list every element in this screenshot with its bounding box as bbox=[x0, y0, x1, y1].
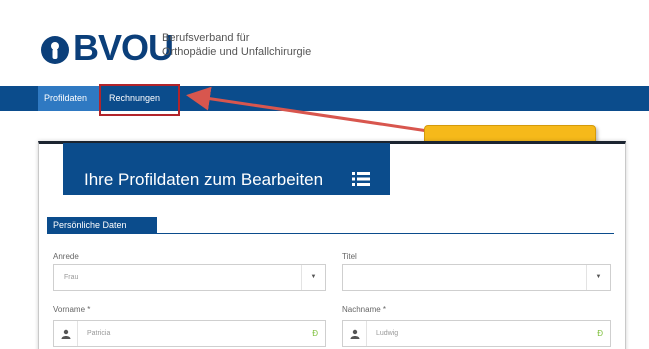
anrede-label: Anrede bbox=[53, 252, 79, 261]
nachname-field[interactable]: Ludwig Ð bbox=[342, 320, 611, 347]
titel-label: Titel bbox=[342, 252, 357, 261]
user-icon bbox=[343, 321, 367, 346]
logo-wordmark: BVOU bbox=[73, 27, 174, 68]
edit-indicator-icon: Ð bbox=[312, 329, 318, 338]
logo-subtitle-line2: Orthopädie und Unfallchirurgie bbox=[162, 46, 312, 58]
edit-indicator-icon: Ð bbox=[597, 329, 603, 338]
chevron-down-icon: ▼ bbox=[586, 265, 610, 290]
logo-subtitle: Berufsverband für Orthopädie und Unfallc… bbox=[162, 31, 311, 59]
tab-profildaten[interactable]: Profildaten bbox=[38, 86, 100, 111]
nachname-value: Ludwig bbox=[376, 330, 399, 337]
section-persoenliche-daten: Persönliche Daten bbox=[47, 217, 157, 234]
vorname-label: Vorname * bbox=[53, 305, 91, 314]
highlight-rechnungen-box bbox=[99, 84, 180, 116]
vorname-field[interactable]: Patricia Ð bbox=[53, 320, 326, 347]
logo-mark-icon bbox=[41, 36, 69, 64]
section-divider bbox=[47, 233, 614, 234]
vorname-value: Patricia bbox=[87, 330, 111, 337]
logo-subtitle-line1: Berufsverband für bbox=[162, 32, 250, 44]
form-title: Ihre Profildaten zum Bearbeiten bbox=[84, 170, 324, 189]
anrede-select[interactable]: Frau ▼ bbox=[53, 264, 326, 291]
main-nav: Profildaten Rechnungen bbox=[0, 86, 649, 111]
site-header: BVOU Berufsverband für Orthopädie und Un… bbox=[0, 0, 649, 85]
nachname-label: Nachname * bbox=[342, 305, 387, 314]
chevron-down-icon: ▼ bbox=[301, 265, 325, 290]
list-icon bbox=[352, 172, 370, 186]
user-icon bbox=[54, 321, 78, 346]
titel-select[interactable]: ▼ bbox=[342, 264, 611, 291]
anrede-value: Frau bbox=[64, 274, 79, 281]
